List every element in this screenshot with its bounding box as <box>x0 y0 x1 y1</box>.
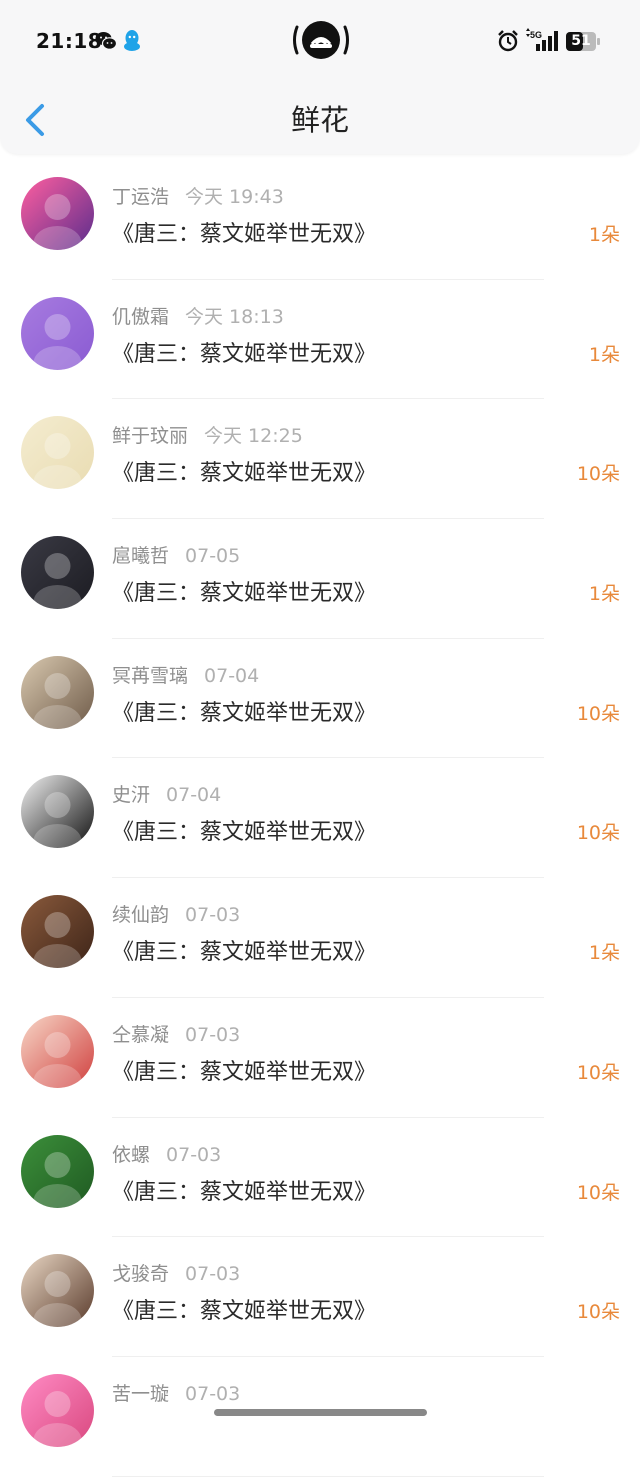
flower-count: 10朵 <box>576 463 620 486</box>
status-bar: 21:18 5G 51 <box>0 0 640 80</box>
avatar[interactable] <box>21 296 94 370</box>
book-title[interactable]: 《唐三：蔡文姬举世无双》 <box>112 1293 376 1325</box>
wechat-icon <box>95 32 117 50</box>
sender-line: 苦一璇 07-03 <box>112 1379 240 1406</box>
book-title[interactable]: 《唐三：蔡文姬举世无双》 <box>112 934 376 966</box>
send-date: 07-03 <box>185 1382 241 1405</box>
home-indicator[interactable] <box>214 1409 427 1416</box>
book-title[interactable]: 《唐三：蔡文姬举世无双》 <box>112 1054 376 1086</box>
book-title[interactable]: 《唐三：蔡文姬举世无双》 <box>112 216 376 248</box>
sender-name: 依螺 <box>112 1143 151 1166</box>
hotspot-app-icon <box>293 21 349 59</box>
list-item[interactable]: 续仙韵 07-03 《唐三：蔡文姬举世无双》 1朵 <box>0 878 640 998</box>
send-date: 07-03 <box>166 1143 222 1166</box>
sender-line: 仉傲霜 今天 18:13 <box>112 302 284 329</box>
sender-line: 丁运浩 今天 19:43 <box>112 182 284 209</box>
top-bar: 21:18 5G 51 鲜花 <box>0 0 640 154</box>
list-item[interactable]: 扈曦哲 07-05 《唐三：蔡文姬举世无双》 1朵 <box>0 519 640 639</box>
sender-line: 戈骏奇 07-03 <box>112 1259 240 1286</box>
flower-count: 10朵 <box>576 1181 620 1204</box>
sender-name: 史汧 <box>112 784 151 807</box>
list-item[interactable]: 丁运浩 今天 19:43 《唐三：蔡文姬举世无双》 1朵 <box>0 160 640 280</box>
list-item[interactable]: 仉傲霜 今天 18:13 《唐三：蔡文姬举世无双》 1朵 <box>0 280 640 400</box>
flower-count: 1朵 <box>588 224 620 246</box>
flower-count: 10朵 <box>576 1301 620 1324</box>
sender-line: 鲜于玟丽 今天 12:25 <box>112 421 303 448</box>
send-date: 07-03 <box>185 1023 241 1046</box>
avatar[interactable] <box>21 895 94 969</box>
battery-level: 51 <box>571 33 591 49</box>
avatar[interactable] <box>21 1254 94 1328</box>
gift-list: 丁运浩 今天 19:43 《唐三：蔡文姬举世无双》 1朵 仉傲霜 今天 18:13 … <box>0 160 640 1477</box>
send-date: 今天 19:43 <box>185 186 284 208</box>
send-date: 07-04 <box>204 664 260 687</box>
flower-count: 10朵 <box>576 702 620 725</box>
avatar[interactable] <box>21 177 94 250</box>
sender-line: 续仙韵 07-03 <box>112 900 240 927</box>
list-item[interactable]: 冥苒雪璃 07-04 《唐三：蔡文姬举世无双》 10朵 <box>0 639 640 759</box>
qq-icon <box>124 30 140 51</box>
list-item[interactable]: 依螺 07-03 《唐三：蔡文姬举世无双》 10朵 <box>0 1118 640 1238</box>
flower-count: 10朵 <box>576 1061 620 1084</box>
sender-name: 续仙韵 <box>112 904 170 927</box>
signal-icon: 5G <box>526 28 558 51</box>
sender-name: 仝慕凝 <box>112 1023 170 1046</box>
sender-line: 依螺 07-03 <box>112 1140 221 1167</box>
avatar[interactable] <box>21 1134 94 1208</box>
avatar[interactable] <box>21 1014 94 1088</box>
book-title[interactable]: 《唐三：蔡文姬举世无双》 <box>112 814 376 846</box>
send-date: 07-03 <box>185 904 241 927</box>
send-date: 今天 12:25 <box>204 425 303 448</box>
sender-name: 仉傲霜 <box>112 305 170 328</box>
sender-line: 扈曦哲 07-05 <box>112 541 240 568</box>
avatar[interactable] <box>21 536 94 610</box>
send-date: 07-03 <box>185 1263 241 1286</box>
list-item[interactable]: 史汧 07-04 《唐三：蔡文姬举世无双》 10朵 <box>0 758 640 879</box>
page-title: 鲜花 <box>290 103 349 137</box>
sender-name: 鲜于玟丽 <box>112 425 189 448</box>
sender-name: 戈骏奇 <box>112 1263 170 1286</box>
flower-count: 1朵 <box>588 343 620 366</box>
status-time: 21:18 <box>36 29 103 53</box>
avatar[interactable] <box>21 416 94 490</box>
sender-name: 冥苒雪璃 <box>112 664 189 687</box>
sender-name: 苦一璇 <box>112 1382 170 1405</box>
list-item[interactable]: 戈骏奇 07-03 《唐三：蔡文姬举世无双》 10朵 <box>0 1237 640 1357</box>
send-date: 07-04 <box>166 784 222 807</box>
sender-line: 仝慕凝 07-03 <box>112 1020 240 1047</box>
list-item[interactable]: 鲜于玟丽 今天 12:25 《唐三：蔡文姬举世无双》 10朵 <box>0 399 640 520</box>
divider <box>112 1475 544 1477</box>
sender-name: 丁运浩 <box>112 186 170 208</box>
list-item[interactable]: 苦一璇 07-03 <box>0 1357 640 1477</box>
avatar[interactable] <box>21 775 94 849</box>
send-date: 今天 18:13 <box>185 305 284 328</box>
flower-count: 1朵 <box>588 942 620 965</box>
sender-name: 扈曦哲 <box>112 545 170 568</box>
book-title[interactable]: 《唐三：蔡文姬举世无双》 <box>112 1174 376 1206</box>
book-title[interactable]: 《唐三：蔡文姬举世无双》 <box>112 455 376 487</box>
network-type: 5G <box>530 30 542 40</box>
book-title[interactable]: 《唐三：蔡文姬举世无双》 <box>112 575 376 607</box>
alarm-icon <box>498 30 518 52</box>
flower-count: 10朵 <box>576 822 620 845</box>
book-title[interactable]: 《唐三：蔡文姬举世无双》 <box>112 695 376 727</box>
send-date: 07-05 <box>185 545 241 568</box>
book-title[interactable]: 《唐三：蔡文姬举世无双》 <box>112 336 376 368</box>
flower-count: 1朵 <box>588 583 620 606</box>
sender-line: 冥苒雪璃 07-04 <box>112 661 259 688</box>
sender-line: 史汧 07-04 <box>112 780 221 807</box>
list-item[interactable]: 仝慕凝 07-03 《唐三：蔡文姬举世无双》 10朵 <box>0 998 640 1118</box>
avatar[interactable] <box>21 655 94 729</box>
avatar[interactable] <box>21 1373 94 1447</box>
